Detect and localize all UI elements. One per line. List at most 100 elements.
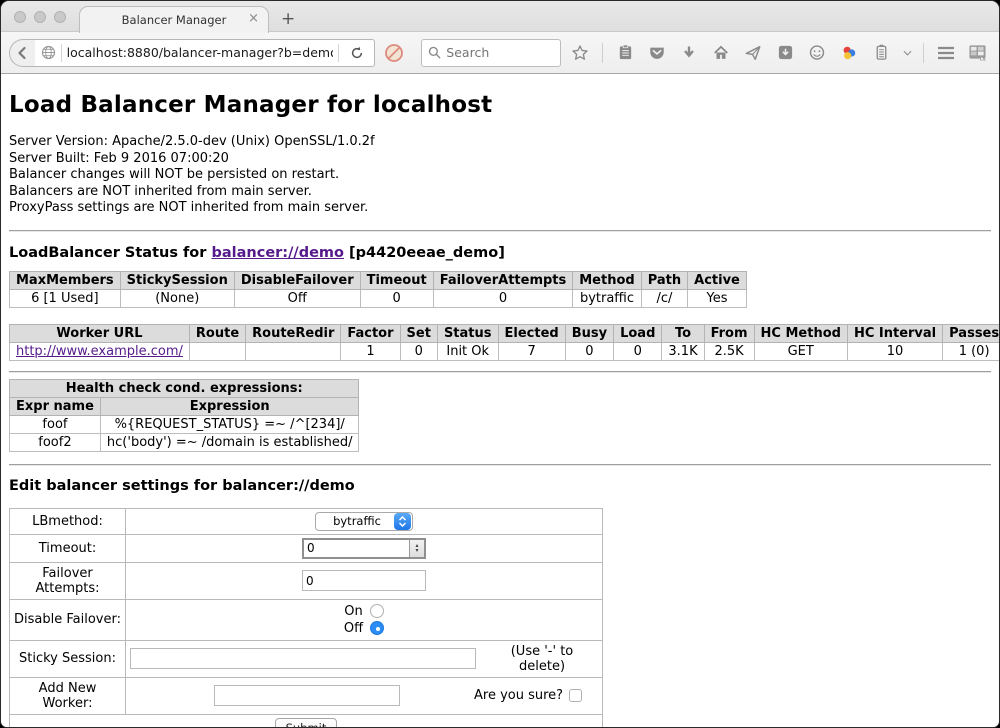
send-to-device-button[interactable] — [740, 40, 766, 66]
notice-persist: Balancer changes will NOT be persisted o… — [9, 167, 991, 184]
health-check-table: Health check cond. expressions: Expr nam… — [9, 379, 359, 452]
screenshot-extension-button[interactable] — [965, 40, 991, 66]
reload-button[interactable] — [344, 40, 370, 66]
worker-url-link[interactable]: http://www.example.com/ — [16, 344, 183, 359]
table-header-row: Expr name Expression — [10, 397, 359, 415]
cell-expression: hc('body') =~ /domain is established/ — [100, 433, 359, 451]
new-tab-button[interactable]: + — [281, 9, 295, 29]
zoom-window-button[interactable] — [54, 11, 66, 23]
sticky-session-input[interactable] — [130, 648, 476, 669]
divider — [9, 371, 991, 373]
cell-expr-name: foof2 — [10, 433, 101, 451]
table-title-row: Health check cond. expressions: — [10, 379, 359, 397]
caret-down-icon — [903, 50, 912, 56]
cell-stickysession: (None) — [120, 289, 234, 307]
cell-failoverattempts: 0 — [433, 289, 573, 307]
sticky-session-hint: (Use '-' to delete) — [486, 644, 598, 674]
cell-factor: 1 — [341, 342, 400, 360]
disable-failover-off-radio[interactable] — [370, 621, 384, 635]
menu-button[interactable] — [933, 40, 959, 66]
pocket-button[interactable] — [644, 40, 670, 66]
home-button[interactable] — [708, 40, 734, 66]
forum-button[interactable] — [804, 40, 830, 66]
server-info: Server Version: Apache/2.5.0-dev (Unix) … — [9, 134, 991, 217]
tab-close-icon[interactable]: × — [248, 12, 259, 25]
downloads-button[interactable] — [676, 40, 702, 66]
col-set: Set — [400, 324, 437, 342]
number-spinner-icon[interactable]: ▴▾ — [409, 540, 424, 557]
close-window-button[interactable] — [14, 11, 26, 23]
cell-load: 0 — [614, 342, 662, 360]
col-expr-name: Expr name — [10, 397, 101, 415]
cell-route — [189, 342, 245, 360]
extension-button[interactable] — [868, 40, 894, 66]
form-row-lbmethod: LBmethod: bytraffic — [10, 508, 603, 534]
url-input[interactable] — [67, 45, 334, 60]
col-load: Load — [614, 324, 662, 342]
url-divider — [61, 44, 62, 62]
page-content: Load Balancer Manager for localhost Serv… — [1, 74, 999, 727]
browser-window: Balancer Manager × + — [0, 0, 1000, 728]
minimize-window-button[interactable] — [34, 11, 46, 23]
edit-settings-heading: Edit balancer settings for balancer://de… — [9, 478, 991, 494]
add-worker-input[interactable] — [214, 685, 400, 706]
on-label: On — [344, 603, 362, 620]
window-controls — [14, 11, 66, 23]
cell-disablefailover: Off — [234, 289, 360, 307]
cell-maxmembers: 6 [1 Used] — [10, 289, 121, 307]
failover-attempts-input[interactable] — [302, 570, 426, 591]
disable-failover-on-option: On — [130, 603, 598, 620]
col-busy: Busy — [565, 324, 613, 342]
site-identity-globe-icon — [41, 45, 56, 60]
bookmark-star-icon — [571, 44, 589, 62]
col-factor: Factor — [341, 324, 400, 342]
block-request-button[interactable] — [381, 40, 407, 66]
balancer-status-table: MaxMembers StickySession DisableFailover… — [9, 271, 747, 308]
sticky-session-label: Sticky Session: — [10, 640, 126, 677]
timeout-input[interactable] — [304, 540, 409, 557]
divider — [9, 464, 991, 466]
table-row: foof2 hc('body') =~ /domain is establish… — [10, 433, 359, 451]
toolbar-separator — [923, 43, 924, 63]
table-row: http://www.example.com/ 1 0 Init Ok 7 0 … — [10, 342, 1000, 360]
status-heading-prefix: LoadBalancer Status for — [9, 245, 211, 261]
submit-button[interactable]: Submit — [275, 718, 338, 728]
form-row-sticky-session: Sticky Session: (Use '-' to delete) — [10, 640, 603, 677]
worker-table: Worker URL Route RouteRedir Factor Set S… — [9, 324, 999, 361]
hc-table-title: Health check cond. expressions: — [10, 379, 359, 397]
balancer-link[interactable]: balancer://demo — [211, 245, 344, 261]
cell-timeout: 0 — [360, 289, 433, 307]
pocket-icon — [648, 44, 666, 62]
col-hc-method: HC Method — [754, 324, 847, 342]
reading-list-button[interactable] — [612, 40, 638, 66]
tab-balancer-manager[interactable]: Balancer Manager × — [79, 6, 269, 33]
cell-set: 0 — [400, 342, 437, 360]
col-timeout: Timeout — [360, 271, 433, 289]
cell-from: 2.5K — [704, 342, 754, 360]
status-heading-suffix: [p4420eeae_demo] — [344, 245, 505, 261]
back-button[interactable] — [9, 39, 35, 67]
tab-bar: Balancer Manager × + — [1, 1, 999, 32]
lbmethod-label: LBmethod: — [10, 508, 126, 534]
col-to: To — [662, 324, 704, 342]
cell-to: 3.1K — [662, 342, 704, 360]
url-bar[interactable] — [34, 39, 376, 67]
server-built: Server Built: Feb 9 2016 07:00:20 — [9, 151, 991, 168]
container-colors-button[interactable] — [836, 40, 862, 66]
timeout-label: Timeout: — [10, 534, 126, 562]
col-status: Status — [437, 324, 498, 342]
confirm-checkbox[interactable] — [569, 689, 582, 702]
search-input[interactable] — [446, 45, 554, 60]
col-path: Path — [641, 271, 687, 289]
notice-inherit: Balancers are NOT inherited from main se… — [9, 184, 991, 201]
disable-failover-on-radio[interactable] — [370, 604, 384, 618]
bookmark-button[interactable] — [567, 40, 593, 66]
search-bar[interactable] — [421, 39, 561, 67]
table-header-row: MaxMembers StickySession DisableFailover… — [10, 271, 747, 289]
col-route: Route — [189, 324, 245, 342]
save-to-pocket-button[interactable] — [772, 40, 798, 66]
cell-hc-interval: 10 — [847, 342, 942, 360]
lbmethod-select[interactable]: bytraffic — [315, 512, 413, 531]
extension-dropdown-button[interactable] — [900, 40, 914, 66]
table-row: 6 [1 Used] (None) Off 0 0 bytraffic /c/ … — [10, 289, 747, 307]
